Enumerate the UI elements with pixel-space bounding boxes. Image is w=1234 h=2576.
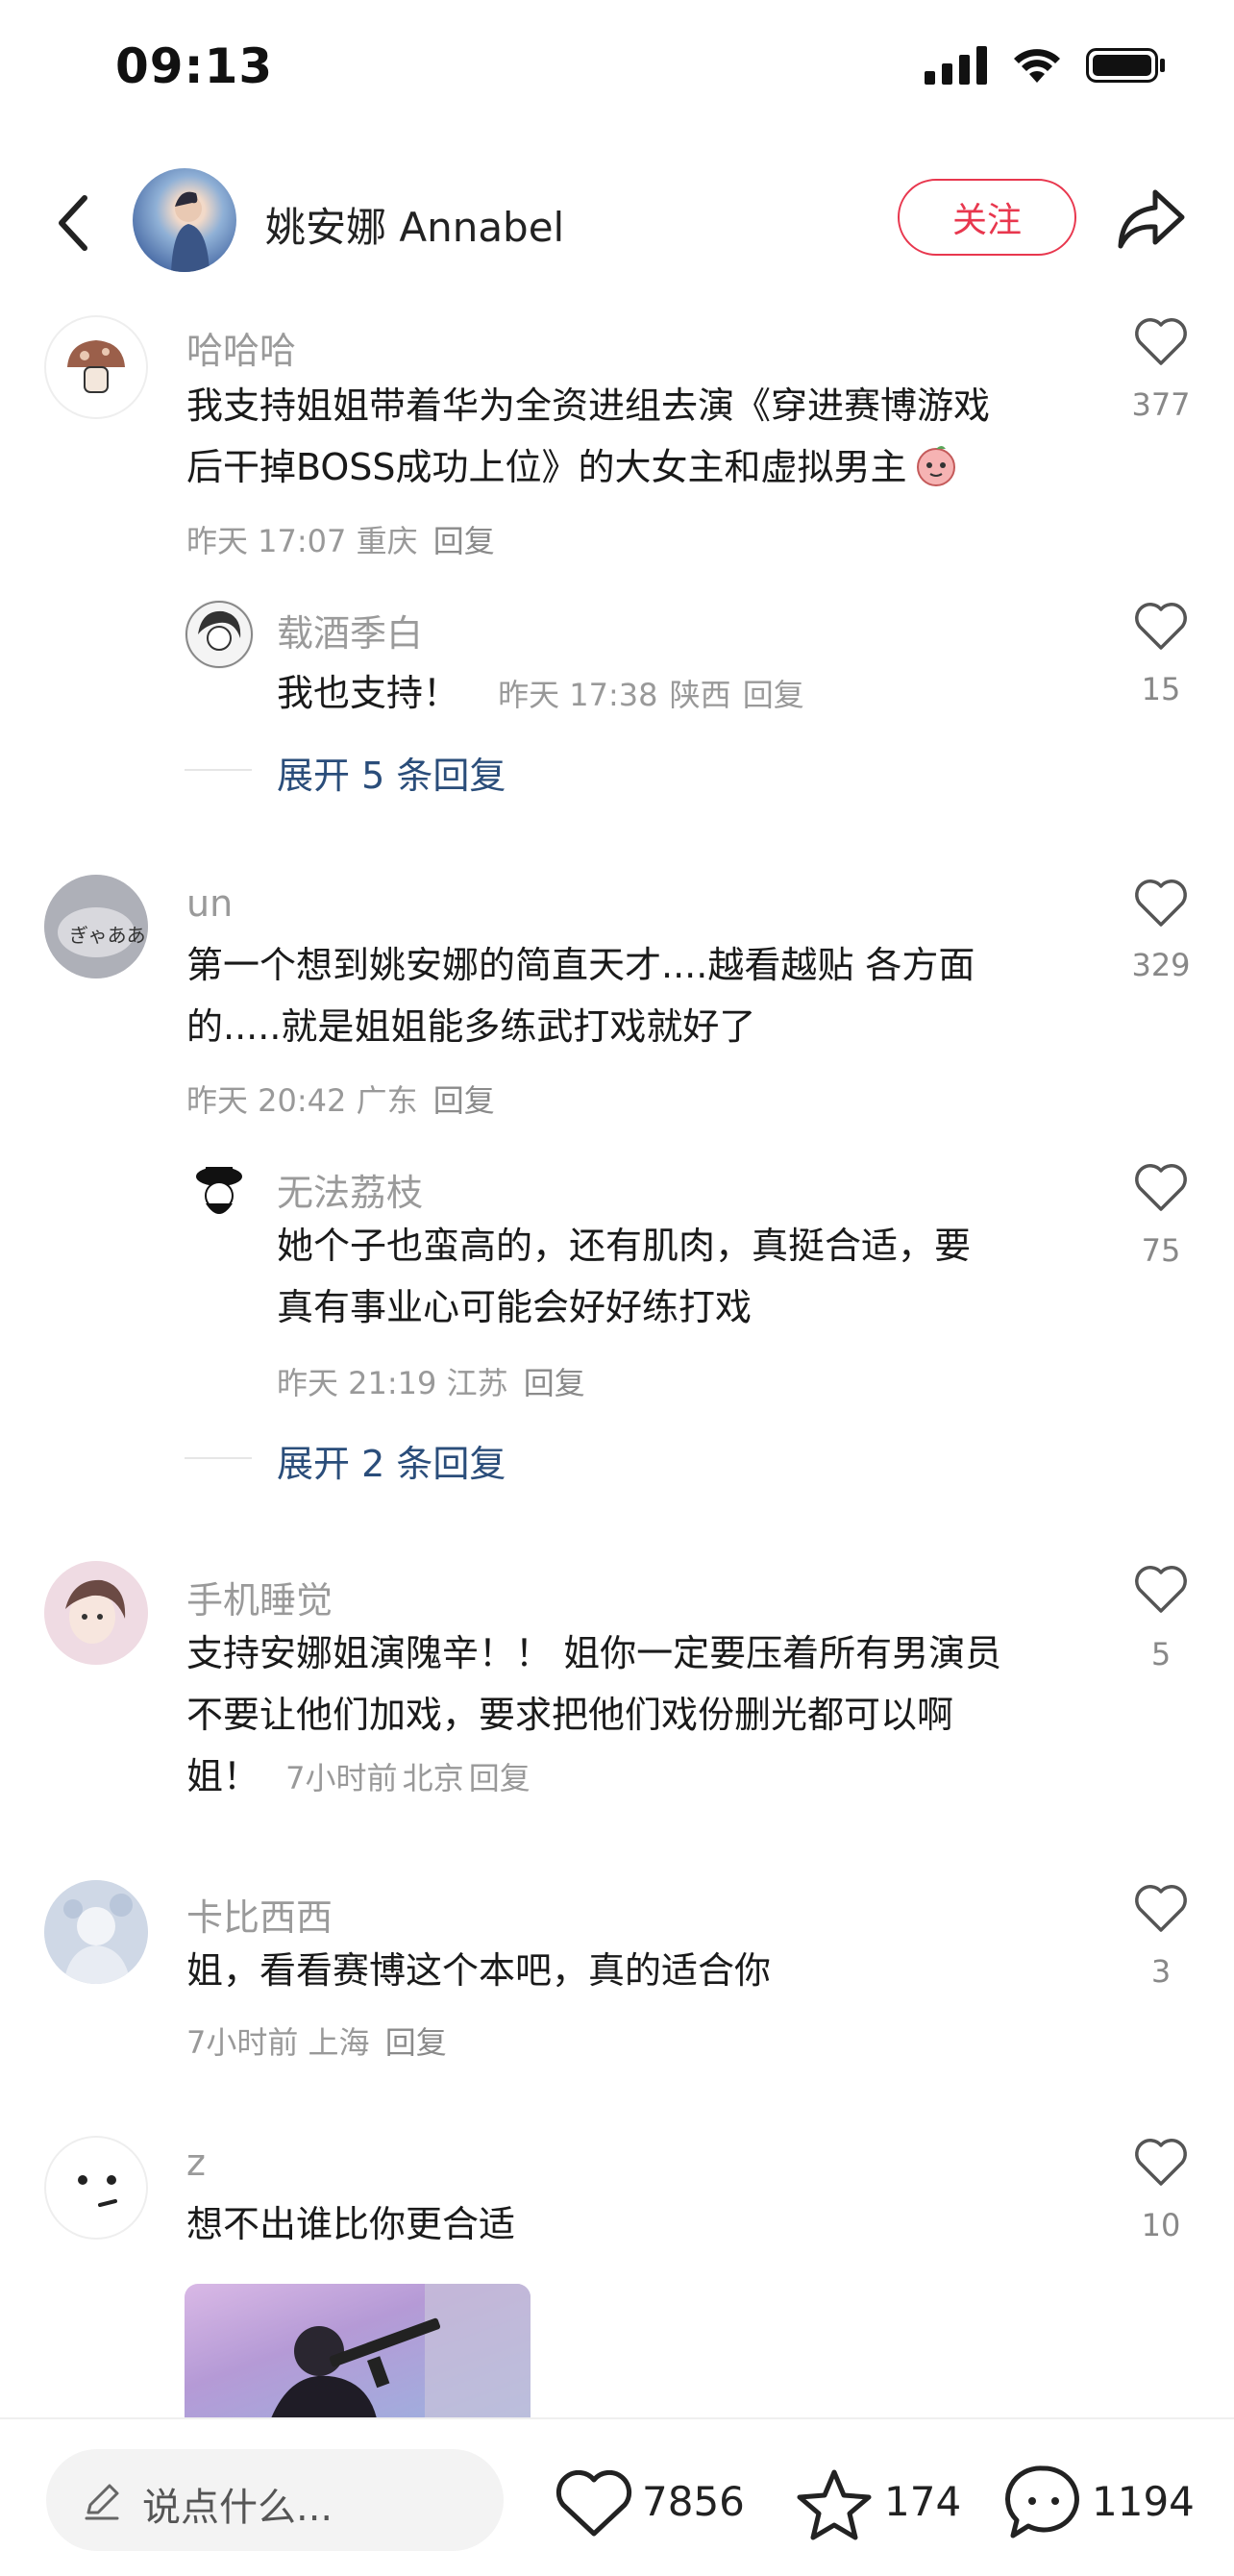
comment-username[interactable]: 哈哈哈	[186, 321, 296, 374]
avatar[interactable]	[44, 1880, 148, 1984]
comment-input-placeholder[interactable]: 说点什么...	[142, 2476, 333, 2532]
comment-meta: 昨天 17:07 重庆 回复	[186, 517, 495, 561]
like-count: 75	[1141, 1232, 1181, 1269]
comment-location: 广东	[356, 1082, 418, 1119]
like-count: 377	[1131, 386, 1191, 423]
reply-time: 昨天 21:19	[277, 1365, 437, 1401]
battery-icon	[1086, 48, 1165, 83]
reply-location: 江苏	[446, 1365, 508, 1401]
comment-text: 想不出谁比你更合适	[186, 2203, 516, 2245]
reply-text: 我也支持！	[277, 672, 460, 714]
reply-username[interactable]: 无法荔枝	[277, 1163, 423, 1216]
heart-icon[interactable]	[1134, 1565, 1188, 1615]
comment-location: 北京	[402, 1760, 464, 1796]
header-avatar[interactable]	[133, 168, 236, 272]
comment-text: 支持安娜姐演隗辛！！ 姐你一定要压着所有男演员 不要让他们加戏，要求把他们戏份删…	[186, 1622, 1001, 1746]
comment-last-line: 姐！ 7小时前 北京 回复	[186, 1746, 531, 1807]
reply-row: 我也支持！ 昨天 17:38 陕西 回复	[277, 663, 804, 716]
comment-text-line: 我支持姐姐带着华为全资进组去演《穿进赛博游戏	[186, 384, 991, 427]
avatar[interactable]: ぎゃああ	[44, 875, 148, 978]
comment-image[interactable]	[185, 2284, 531, 2418]
like-count: 3	[1150, 1953, 1172, 1990]
reply-button[interactable]: 回复	[469, 1760, 531, 1796]
like-count: 5	[1150, 1636, 1172, 1672]
comment-text-line: 不要让他们加戏，要求把他们戏份删光都可以啊	[186, 1694, 954, 1736]
comment-text: 姐，看看赛博这个本吧，真的适合你	[186, 1949, 772, 1992]
wifi-icon	[1014, 49, 1060, 83]
like-count: 15	[1141, 671, 1181, 707]
comment-text: 第一个想到姚安娜的简直天才....越看越贴 各方面 的.....就是姐姐能多练武…	[186, 934, 975, 1057]
reply-username[interactable]: 载酒季白	[277, 604, 423, 656]
favorite-total: 174	[884, 2478, 962, 2525]
comment-username[interactable]: 卡比西西	[186, 1888, 333, 1941]
comment-meta: 昨天 20:42 广东 回复	[186, 1077, 495, 1121]
like-count: 10	[1141, 2207, 1181, 2243]
star-icon[interactable]	[796, 2466, 873, 2541]
bottom-divider	[0, 2417, 1234, 2419]
comment-username[interactable]: z	[186, 2142, 206, 2184]
comment-location: 重庆	[356, 523, 418, 559]
avatar[interactable]	[185, 1157, 254, 1226]
comment-text-line: 第一个想到姚安娜的简直天才....越看越贴 各方面	[186, 944, 975, 986]
comment-time: 昨天 17:07	[186, 523, 347, 559]
avatar[interactable]	[44, 1561, 148, 1665]
reply-text-line: 真有事业心可能会好好练打戏	[277, 1286, 753, 1328]
like-total: 7856	[642, 2478, 745, 2525]
heart-icon[interactable]	[1134, 879, 1188, 929]
heart-icon[interactable]	[1134, 2138, 1188, 2188]
heart-icon[interactable]	[555, 2470, 632, 2539]
heart-icon[interactable]	[1134, 602, 1188, 652]
reply-text-line: 她个子也蛮高的，还有肌肉，真挺合适，要	[277, 1225, 972, 1267]
comment-text-line: 姐！	[186, 1755, 260, 1797]
expand-replies-link[interactable]: 展开 2 条回复	[277, 1434, 506, 1487]
comment-meta: 7小时前 上海 回复	[186, 2019, 447, 2063]
avatar[interactable]	[185, 600, 254, 669]
reply-button[interactable]: 回复	[385, 2024, 447, 2061]
reply-text: 她个子也蛮高的，还有肌肉，真挺合适，要 真有事业心可能会好好练打戏	[277, 1215, 971, 1338]
comment-time: 昨天 20:42	[186, 1082, 347, 1119]
comment-total: 1194	[1092, 2478, 1195, 2525]
comment-text-line: 支持安娜姐演隗辛！！ 姐你一定要压着所有男演员	[186, 1632, 1002, 1674]
reply-button[interactable]: 回复	[524, 1365, 585, 1401]
status-icons	[925, 46, 1167, 85]
reply-button[interactable]: 回复	[743, 677, 804, 713]
heart-icon[interactable]	[1134, 1884, 1188, 1934]
follow-button[interactable]: 关注	[898, 179, 1076, 256]
status-time: 09:13	[115, 38, 274, 94]
reply-button[interactable]: 回复	[433, 523, 495, 559]
expand-divider	[185, 1457, 252, 1459]
svg-text:ぎゃああ: ぎゃああ	[69, 924, 146, 947]
heart-icon[interactable]	[1134, 1163, 1188, 1213]
back-icon[interactable]	[48, 185, 106, 261]
comment-text-line-content: 后干掉BOSS成功上位》的大女主和虚拟男主	[186, 446, 907, 488]
comment-username[interactable]: 手机睡觉	[186, 1571, 333, 1623]
avatar[interactable]	[44, 2136, 148, 2240]
reply-meta: 昨天 21:19 江苏 回复	[277, 1359, 585, 1403]
expand-divider	[185, 769, 252, 771]
signal-icon	[925, 46, 987, 85]
reply-time: 昨天 17:38	[498, 677, 658, 713]
comment-location: 上海	[308, 2024, 370, 2061]
comment-text-line: 的.....就是姐姐能多练武打戏就好了	[186, 1005, 756, 1048]
chat-icon[interactable]	[1003, 2463, 1084, 2543]
reply-button[interactable]: 回复	[433, 1082, 495, 1119]
heart-icon[interactable]	[1134, 317, 1188, 367]
comment-username[interactable]: un	[186, 882, 233, 925]
emoji-icon	[913, 441, 959, 487]
pencil-icon	[85, 2484, 119, 2520]
like-count: 329	[1131, 947, 1191, 983]
comment-time: 7小时前	[285, 1760, 398, 1796]
comment-text: 我支持姐姐带着华为全资进组去演《穿进赛博游戏 后干掉BOSS成功上位》的大女主和…	[186, 375, 990, 498]
reply-location: 陕西	[669, 677, 731, 713]
comment-text-line: 后干掉BOSS成功上位》的大女主和虚拟男主	[186, 436, 990, 498]
header-title[interactable]: 姚安娜 Annabel	[265, 195, 564, 254]
comment-time: 7小时前	[186, 2024, 299, 2061]
expand-replies-link[interactable]: 展开 5 条回复	[277, 746, 506, 799]
share-icon[interactable]	[1115, 183, 1188, 256]
avatar[interactable]	[44, 315, 148, 419]
